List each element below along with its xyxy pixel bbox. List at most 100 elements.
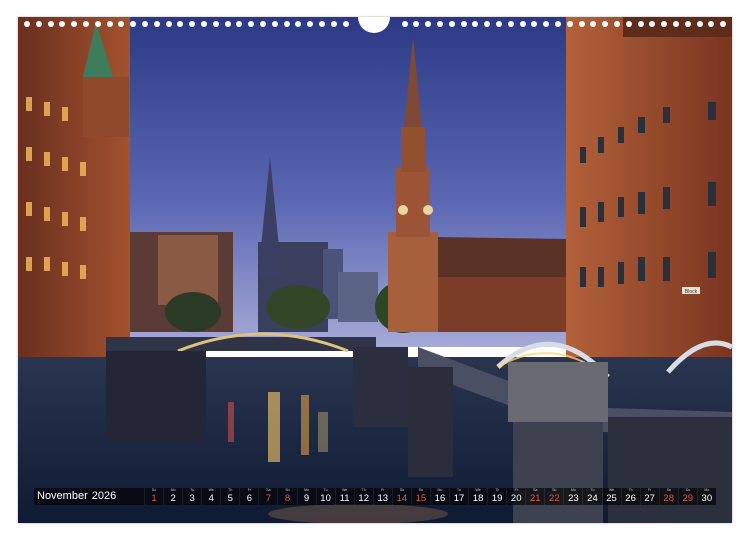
day-number: 6 [246,493,252,504]
day-cell: Mo 9 [296,488,316,505]
binding-hole [35,21,42,27]
binding-hole [566,21,573,27]
binding-hole [425,21,432,27]
day-number: 17 [453,493,465,504]
day-number: 16 [434,493,446,504]
binding-hole [330,21,337,27]
day-number: 28 [663,493,674,504]
day-cell: Su 8 [277,488,296,505]
binding-hole [484,21,491,27]
binding-hole [118,21,125,27]
binding-hole [684,21,691,27]
day-cell: Su 15 [410,488,430,505]
day-number: 18 [472,493,484,504]
day-number: 14 [396,493,408,504]
month-name: November [37,490,88,502]
binding-hole [696,21,703,27]
day-number: 22 [549,493,560,504]
month-label: November 2026 [34,488,144,505]
year-label: 2026 [91,490,117,502]
binding-hole [236,21,243,27]
day-number: 23 [568,493,579,504]
binding-hole [649,21,656,27]
calendar-page: Block November 2026 Su 1 Mo 2 Tu 3 We 4 Th 5 Fr 6 S [18,17,732,523]
day-cell: Th 26 [620,488,640,505]
binding-hole [661,21,668,27]
day-cells: Su 1 Mo 2 Tu 3 We 4 Th 5 Fr 6 Sa 7 Su 8 Mo 9 Tu 10 We 11 Th 12 F… [144,488,716,505]
day-number: 19 [491,493,503,504]
binding-hole [555,21,561,27]
binding-hole [708,21,715,27]
day-cell: We 11 [334,488,354,505]
day-cell: Fr 6 [239,488,258,505]
block-sign: Block [685,289,698,295]
binding-hole [165,21,172,27]
day-number: 20 [510,493,522,504]
binding-hole [590,21,597,27]
day-number: 27 [644,493,655,504]
day-cell: Mo 16 [429,488,449,505]
day-cell: Su 29 [677,488,697,505]
day-number: 10 [320,493,331,504]
day-number: 2 [170,493,176,504]
day-number: 29 [682,493,694,504]
binding-hole [543,21,550,27]
binding-hole [625,21,632,27]
binding-hole [224,21,231,27]
binding-hole [248,21,255,27]
binding-hole [153,21,160,27]
day-cell: Mo 2 [163,488,182,505]
binding-hole [201,21,207,27]
day-cell: Th 19 [487,488,506,505]
day-cell: Tu 3 [182,488,201,505]
binding-hole [413,21,420,27]
binding-hole [212,21,219,27]
day-number: 24 [587,493,598,504]
day-number: 4 [208,493,214,504]
day-cell: Th 5 [220,488,239,505]
day-number: 1 [151,493,157,504]
day-cell: Sa 7 [258,488,277,505]
day-cell: Su 22 [544,488,563,505]
binding-hole [602,21,609,27]
binding-hole [83,21,89,27]
day-number: 15 [415,493,427,504]
day-cell: Fr 27 [639,488,659,505]
binding-hole [177,21,184,27]
binding-hole [342,21,349,27]
binding-hole [106,21,113,27]
binding-hole [496,21,502,27]
day-number: 30 [701,493,713,504]
binding-hole [59,21,66,27]
binding-hole [519,21,526,27]
binding-hole [614,21,620,27]
day-number: 11 [339,493,350,504]
day-cell: Fr 20 [506,488,525,505]
day-number: 3 [189,493,195,504]
binding-hole [189,21,196,27]
binding-hole [260,21,266,27]
calendar-strip: November 2026 Su 1 Mo 2 Tu 3 We 4 Th 5 Fr 6 Sa 7 Su 8 Mo 9… [34,488,716,505]
day-cell: We 18 [468,488,487,505]
binding-hole [507,21,514,27]
day-cell: Tu 17 [449,488,468,505]
binding-hole [24,21,30,27]
day-cell: Fr 13 [372,488,392,505]
day-cell: Su 1 [144,488,163,505]
day-number: 5 [227,493,233,504]
day-number: 12 [358,493,369,504]
day-cell: Sa 21 [525,488,544,505]
binding-hole [283,21,290,27]
binding-hole [472,21,479,27]
day-number: 26 [625,493,636,504]
day-number: 8 [284,493,291,504]
day-cell: Tu 24 [582,488,601,505]
binding-hole [47,21,54,27]
binding-hole [437,21,443,27]
binding-hole [460,21,467,27]
binding-hole [637,21,644,27]
day-cell: Th 12 [353,488,373,505]
binding-hole [71,21,78,27]
day-number: 21 [529,493,541,504]
binding-hole [307,21,314,27]
